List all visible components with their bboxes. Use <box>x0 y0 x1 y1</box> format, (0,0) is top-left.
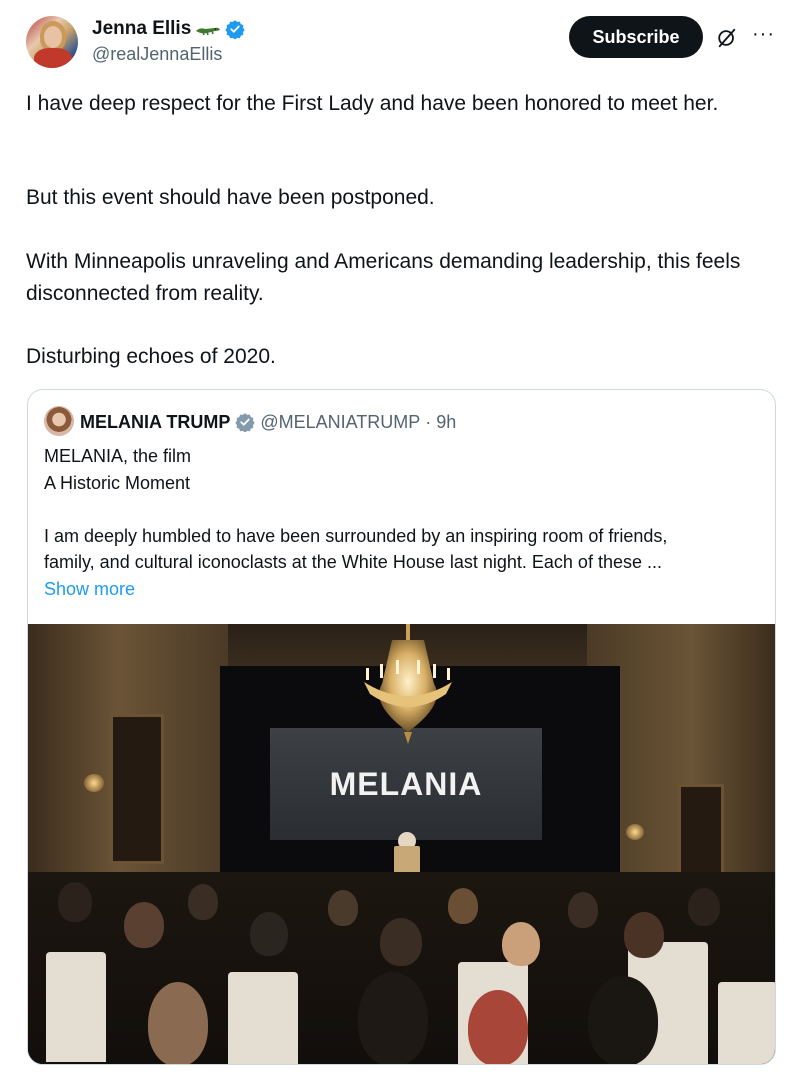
more-horizontal-icon[interactable]: ··· <box>752 24 776 48</box>
quoted-tweet[interactable]: MELANIA TRUMP @MELANIATRUMP · 9h MELANIA… <box>27 389 776 1065</box>
verified-badge-icon <box>235 413 255 432</box>
wall-sconce <box>626 824 644 840</box>
quoted-timestamp[interactable]: 9h <box>436 412 456 433</box>
quoted-text-line: A Historic Moment <box>44 473 191 493</box>
quoted-author-avatar[interactable] <box>44 406 74 436</box>
chandelier <box>364 624 452 744</box>
screen-title: MELANIA <box>329 765 483 802</box>
show-more-link[interactable]: Show more <box>44 576 135 602</box>
tweet-paragraph: But this event should have been postpone… <box>26 186 435 209</box>
tweet: Jenna Ellis @realJennaEllis Subscribe ··… <box>0 0 800 1072</box>
quoted-author-row: MELANIA TRUMP @MELANIATRUMP · 9h <box>80 410 456 434</box>
wall-sconce <box>84 774 104 792</box>
separator-dot: · <box>425 411 432 432</box>
grok-icon[interactable] <box>716 27 738 49</box>
audience <box>28 872 775 1064</box>
quoted-text-line: MELANIA, the film <box>44 446 192 466</box>
quoted-text-line: family, and cultural iconoclasts at the … <box>44 552 662 572</box>
quoted-text-line: I am deeply humbled to have been surroun… <box>44 526 668 546</box>
author-name-row: Jenna Ellis <box>92 16 245 42</box>
tweet-paragraph: I have deep respect for the First Lady a… <box>26 92 719 115</box>
author-handle[interactable]: @realJennaEllis <box>92 44 222 65</box>
tweet-paragraph: Disturbing echoes of 2020. <box>26 345 276 368</box>
doorway <box>110 714 164 864</box>
quoted-author-handle[interactable]: @MELANIATRUMP <box>260 412 420 433</box>
verified-badge-icon <box>225 20 245 39</box>
quoted-author-name[interactable]: MELANIA TRUMP <box>80 412 230 433</box>
crocodile-icon <box>196 27 221 36</box>
author-avatar[interactable] <box>26 16 78 68</box>
author-display-name[interactable]: Jenna Ellis <box>92 18 191 40</box>
subscribe-button[interactable]: Subscribe <box>569 16 703 58</box>
quoted-media-image[interactable]: MELANIA <box>28 624 775 1064</box>
tweet-paragraph: With Minneapolis unraveling and American… <box>26 250 741 305</box>
